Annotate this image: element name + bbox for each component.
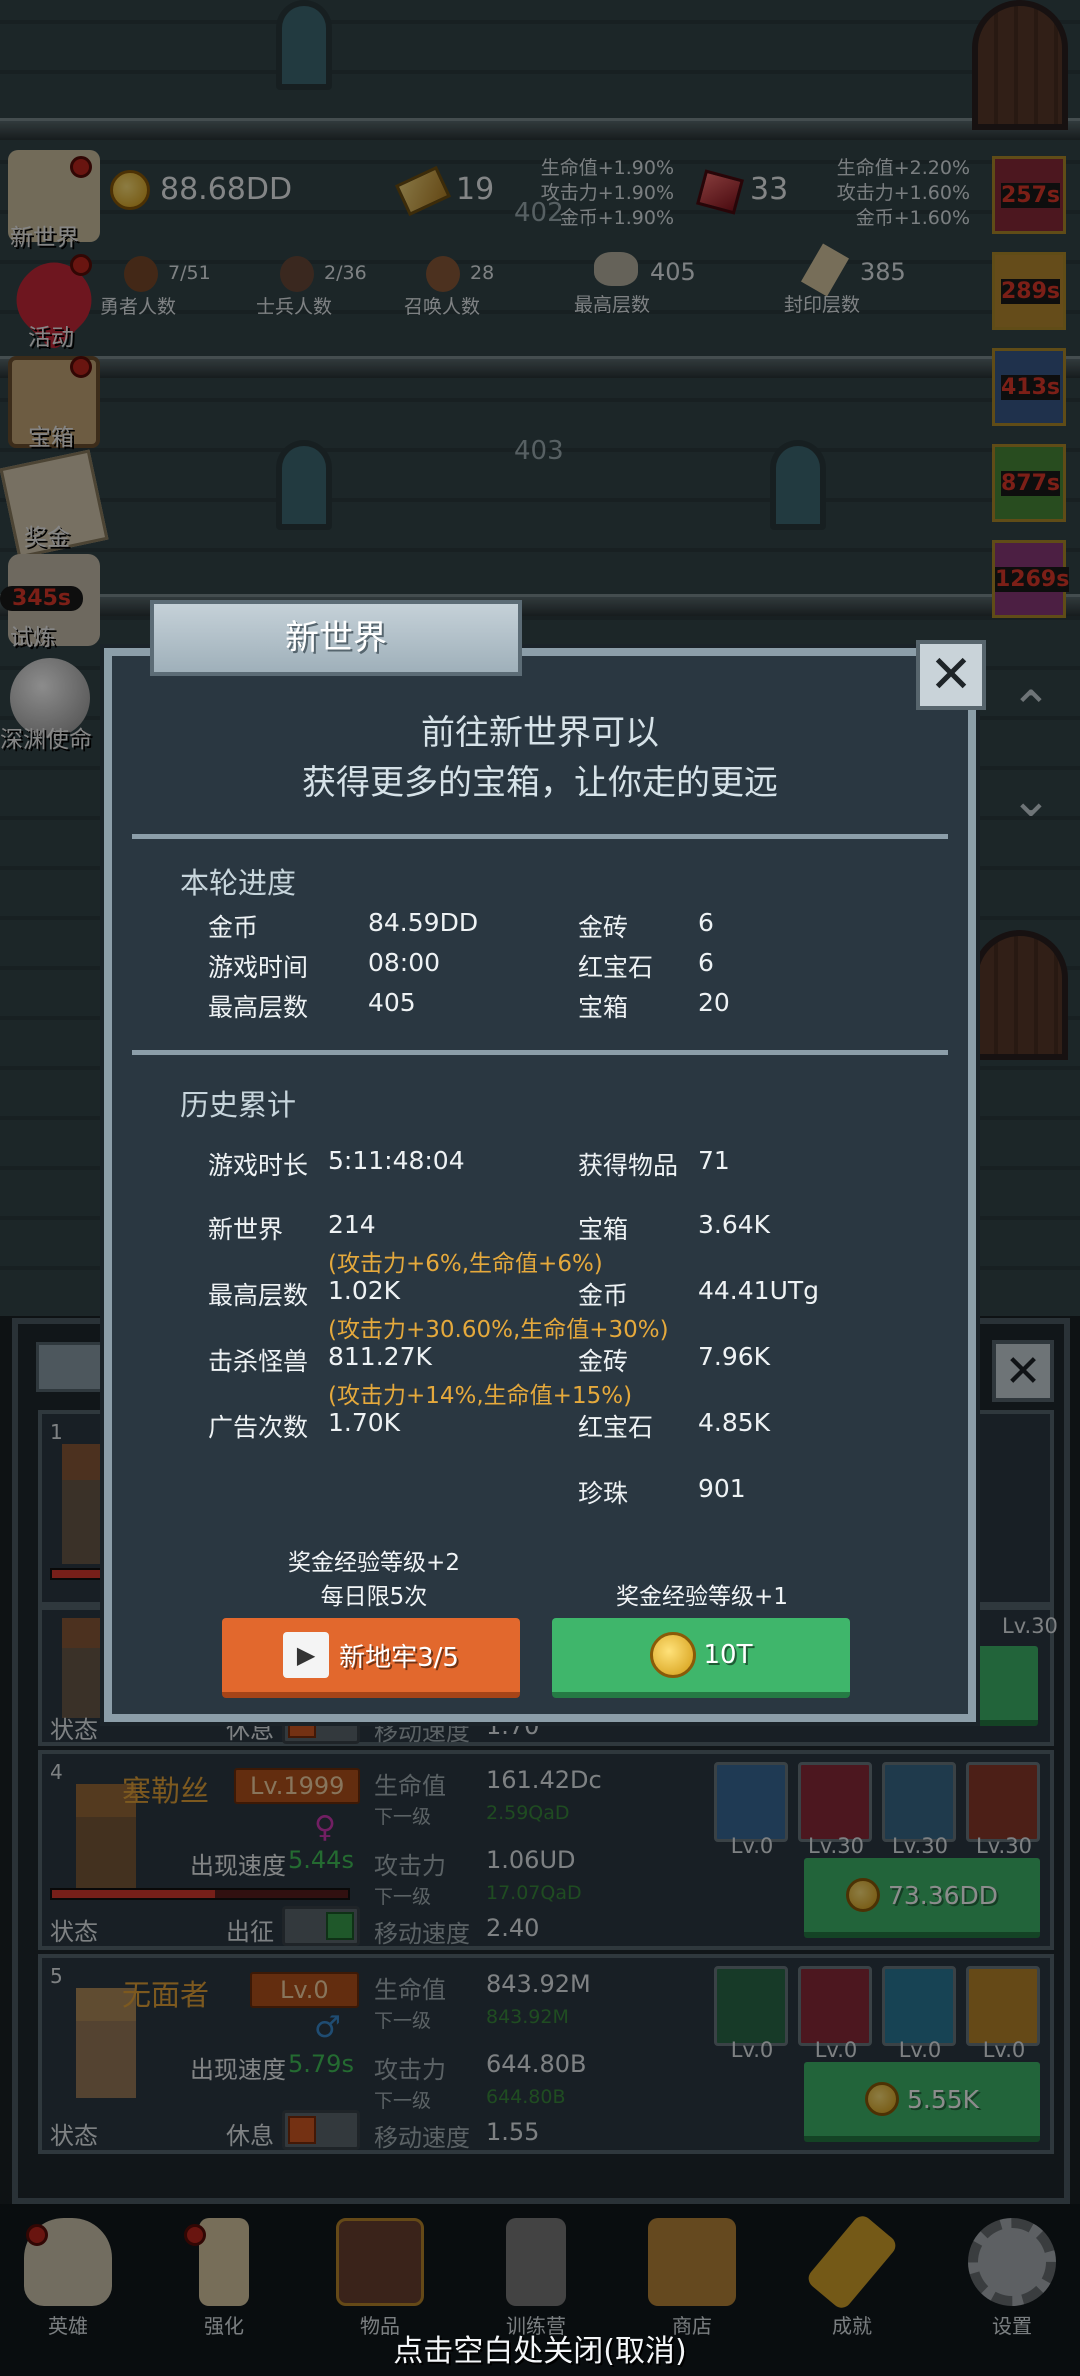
history-ruby-value: 4.85K <box>698 1408 771 1437</box>
history-chest-label: 宝箱 <box>578 1215 629 1244</box>
new-world-dialog: 前往新世界可以 获得更多的宝箱，让你走的更远 本轮进度 金币 84.59DD 金… <box>104 648 976 1722</box>
history-max-floor-label: 最高层数 <box>208 1281 309 1310</box>
round-chest-label: 宝箱 <box>578 993 629 1022</box>
history-items-value: 71 <box>698 1146 730 1175</box>
dialog-title: 新世界 <box>150 600 522 676</box>
gold-coin-icon <box>649 1632 696 1678</box>
ad-reward-note-line2: 每日限5次 <box>320 1584 428 1610</box>
tap-to-close-hint[interactable]: 点击空白处关闭(取消) <box>0 2326 1080 2370</box>
history-items-label: 获得物品 <box>578 1151 679 1180</box>
ad-reward-note: 奖金经验等级+2 每日限5次 <box>224 1546 524 1614</box>
round-time-value: 08:00 <box>368 948 441 977</box>
round-progress-title: 本轮进度 <box>180 866 297 900</box>
history-gold-value: 44.41UTg <box>698 1276 820 1305</box>
round-chest-value: 20 <box>698 988 730 1017</box>
history-pearl-value: 901 <box>698 1474 746 1503</box>
history-bars-label: 金砖 <box>578 1347 629 1376</box>
max-floor-bonus: (攻击力+30.60%,生命值+30%) <box>328 1317 669 1343</box>
history-chest-value: 3.64K <box>698 1210 771 1239</box>
video-icon: ▶ <box>283 1632 330 1678</box>
history-play-time-label: 游戏时长 <box>208 1151 309 1180</box>
history-max-floor-value: 1.02K <box>328 1276 401 1305</box>
history-ruby-label: 红宝石 <box>578 1413 654 1442</box>
round-bars-value: 6 <box>698 908 714 937</box>
round-gold-label: 金币 <box>208 913 259 942</box>
history-ads-label: 广告次数 <box>208 1413 309 1442</box>
dialog-headline-1: 前往新世界可以 <box>421 713 659 753</box>
history-gold-label: 金币 <box>578 1281 629 1310</box>
history-kills-label: 击杀怪兽 <box>208 1347 309 1376</box>
watch-ad-new-dungeon-button[interactable]: ▶ 新地牢3/5 <box>222 1618 520 1698</box>
ad-button-label: 新地牢3/5 <box>339 1642 459 1673</box>
history-title: 历史累计 <box>180 1088 297 1122</box>
dialog-headline-2: 获得更多的宝箱，让你走的更远 <box>302 763 778 803</box>
round-bars-label: 金砖 <box>578 913 629 942</box>
history-kills-value: 811.27K <box>328 1342 432 1371</box>
round-ruby-value: 6 <box>698 948 714 977</box>
dialog-close-button[interactable]: ✕ <box>916 640 986 710</box>
coin-reward-note: 奖金经验等级+1 <box>616 1584 788 1610</box>
round-gold-value: 84.59DD <box>368 908 479 937</box>
round-time-label: 游戏时间 <box>208 953 309 982</box>
round-floor-label: 最高层数 <box>208 993 309 1022</box>
history-ads-value: 1.70K <box>328 1408 401 1437</box>
history-new-world-value: 214 <box>328 1210 376 1239</box>
ad-reward-note-line1: 奖金经验等级+2 <box>288 1550 460 1576</box>
history-new-world-label: 新世界 <box>208 1215 284 1244</box>
history-bars-value: 7.96K <box>698 1342 771 1371</box>
coin-new-world-button[interactable]: 10T <box>552 1618 850 1698</box>
new-world-bonus: (攻击力+6%,生命值+6%) <box>328 1251 603 1277</box>
round-ruby-label: 红宝石 <box>578 953 654 982</box>
divider <box>132 1050 948 1055</box>
round-floor-value: 405 <box>368 988 416 1017</box>
kills-bonus: (攻击力+14%,生命值+15%) <box>328 1383 633 1409</box>
divider <box>132 834 948 839</box>
coin-button-label: 10T <box>703 1640 753 1670</box>
history-play-time-value: 5:11:48:04 <box>328 1146 465 1175</box>
history-pearl-label: 珍珠 <box>578 1479 629 1508</box>
